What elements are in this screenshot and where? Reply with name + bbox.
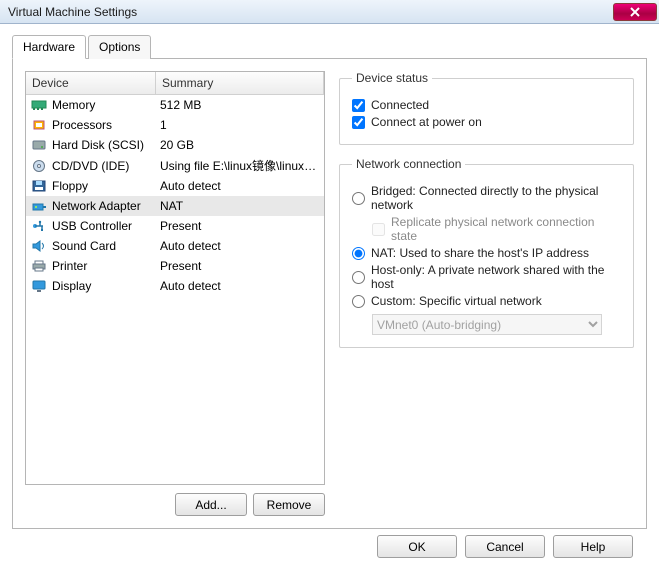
replicate-checkbox: Replicate physical network connection st… xyxy=(372,215,621,243)
memory-icon xyxy=(30,97,48,113)
tab-hardware[interactable]: Hardware xyxy=(12,35,86,59)
dialog-footer: OK Cancel Help xyxy=(12,529,647,558)
right-pane: Device status Connected Connect at power… xyxy=(339,71,634,516)
network-connection-group: Network connection Bridged: Connected di… xyxy=(339,157,634,348)
device-summary: 1 xyxy=(160,118,320,132)
vnet-wrapper: VMnet0 (Auto-bridging) xyxy=(372,314,621,335)
device-buttons: Add... Remove xyxy=(25,493,325,516)
device-summary: NAT xyxy=(160,199,320,213)
sound-icon xyxy=(30,238,48,254)
device-row-printer[interactable]: PrinterPresent xyxy=(26,256,324,276)
device-summary: Using file E:\linux镜像\linuxS... xyxy=(160,157,320,174)
connected-label: Connected xyxy=(371,98,429,112)
add-button[interactable]: Add... xyxy=(175,493,247,516)
tab-options[interactable]: Options xyxy=(88,35,151,59)
device-list[interactable]: Device Summary Memory512 MBProcessors1Ha… xyxy=(25,71,325,485)
device-summary: Auto detect xyxy=(160,279,320,293)
nat-radio[interactable]: NAT: Used to share the host's IP address xyxy=(352,246,621,260)
device-name: CD/DVD (IDE) xyxy=(52,159,160,173)
help-button[interactable]: Help xyxy=(553,535,633,558)
device-name: Printer xyxy=(52,259,160,273)
nat-input[interactable] xyxy=(352,247,365,260)
hostonly-label: Host-only: A private network shared with… xyxy=(371,263,621,291)
cd-icon xyxy=(30,158,48,174)
bridged-input[interactable] xyxy=(352,192,365,205)
titlebar: Virtual Machine Settings xyxy=(0,0,659,24)
device-name: Processors xyxy=(52,118,160,132)
col-summary[interactable]: Summary xyxy=(156,72,324,94)
device-row-memory[interactable]: Memory512 MB xyxy=(26,95,324,115)
device-summary: 20 GB xyxy=(160,138,320,152)
bridged-label: Bridged: Connected directly to the physi… xyxy=(371,184,621,212)
connect-poweron-input[interactable] xyxy=(352,116,365,129)
remove-button[interactable]: Remove xyxy=(253,493,325,516)
device-name: Sound Card xyxy=(52,239,160,253)
replicate-label: Replicate physical network connection st… xyxy=(391,215,621,243)
bridged-radio[interactable]: Bridged: Connected directly to the physi… xyxy=(352,184,621,212)
connected-input[interactable] xyxy=(352,99,365,112)
device-name: USB Controller xyxy=(52,219,160,233)
device-row-cpu[interactable]: Processors1 xyxy=(26,115,324,135)
tab-body: Device Summary Memory512 MBProcessors1Ha… xyxy=(12,59,647,529)
hdd-icon xyxy=(30,137,48,153)
close-icon xyxy=(629,7,641,17)
left-pane: Device Summary Memory512 MBProcessors1Ha… xyxy=(25,71,325,516)
floppy-icon xyxy=(30,178,48,194)
device-name: Network Adapter xyxy=(52,199,160,213)
usb-icon xyxy=(30,218,48,234)
printer-icon xyxy=(30,258,48,274)
custom-input[interactable] xyxy=(352,295,365,308)
network-connection-legend: Network connection xyxy=(352,157,465,171)
custom-radio[interactable]: Custom: Specific virtual network xyxy=(352,294,621,308)
ok-button[interactable]: OK xyxy=(377,535,457,558)
device-rows: Memory512 MBProcessors1Hard Disk (SCSI)2… xyxy=(26,95,324,296)
device-row-cd[interactable]: CD/DVD (IDE)Using file E:\linux镜像\linuxS… xyxy=(26,155,324,176)
device-name: Hard Disk (SCSI) xyxy=(52,138,160,152)
client-area: Hardware Options Device Summary Memory51… xyxy=(0,24,659,566)
device-summary: Auto detect xyxy=(160,179,320,193)
window-title: Virtual Machine Settings xyxy=(8,5,137,19)
device-summary: Present xyxy=(160,219,320,233)
device-row-net[interactable]: Network AdapterNAT xyxy=(26,196,324,216)
close-button[interactable] xyxy=(613,3,657,21)
device-row-sound[interactable]: Sound CardAuto detect xyxy=(26,236,324,256)
device-status-group: Device status Connected Connect at power… xyxy=(339,71,634,145)
device-name: Memory xyxy=(52,98,160,112)
device-row-hdd[interactable]: Hard Disk (SCSI)20 GB xyxy=(26,135,324,155)
device-name: Display xyxy=(52,279,160,293)
cancel-button[interactable]: Cancel xyxy=(465,535,545,558)
cpu-icon xyxy=(30,117,48,133)
connect-poweron-label: Connect at power on xyxy=(371,115,482,129)
connect-poweron-checkbox[interactable]: Connect at power on xyxy=(352,115,621,129)
device-row-display[interactable]: DisplayAuto detect xyxy=(26,276,324,296)
connected-checkbox[interactable]: Connected xyxy=(352,98,621,112)
tabstrip: Hardware Options xyxy=(12,34,647,59)
device-list-header: Device Summary xyxy=(26,72,324,95)
vnet-select: VMnet0 (Auto-bridging) xyxy=(372,314,602,335)
display-icon xyxy=(30,278,48,294)
device-summary: 512 MB xyxy=(160,98,320,112)
replicate-input xyxy=(372,223,385,236)
net-icon xyxy=(30,198,48,214)
device-row-usb[interactable]: USB ControllerPresent xyxy=(26,216,324,236)
device-status-legend: Device status xyxy=(352,71,432,85)
device-summary: Auto detect xyxy=(160,239,320,253)
hostonly-input[interactable] xyxy=(352,271,365,284)
col-device[interactable]: Device xyxy=(26,72,156,94)
device-row-floppy[interactable]: FloppyAuto detect xyxy=(26,176,324,196)
device-name: Floppy xyxy=(52,179,160,193)
custom-label: Custom: Specific virtual network xyxy=(371,294,542,308)
nat-label: NAT: Used to share the host's IP address xyxy=(371,246,589,260)
hostonly-radio[interactable]: Host-only: A private network shared with… xyxy=(352,263,621,291)
device-summary: Present xyxy=(160,259,320,273)
